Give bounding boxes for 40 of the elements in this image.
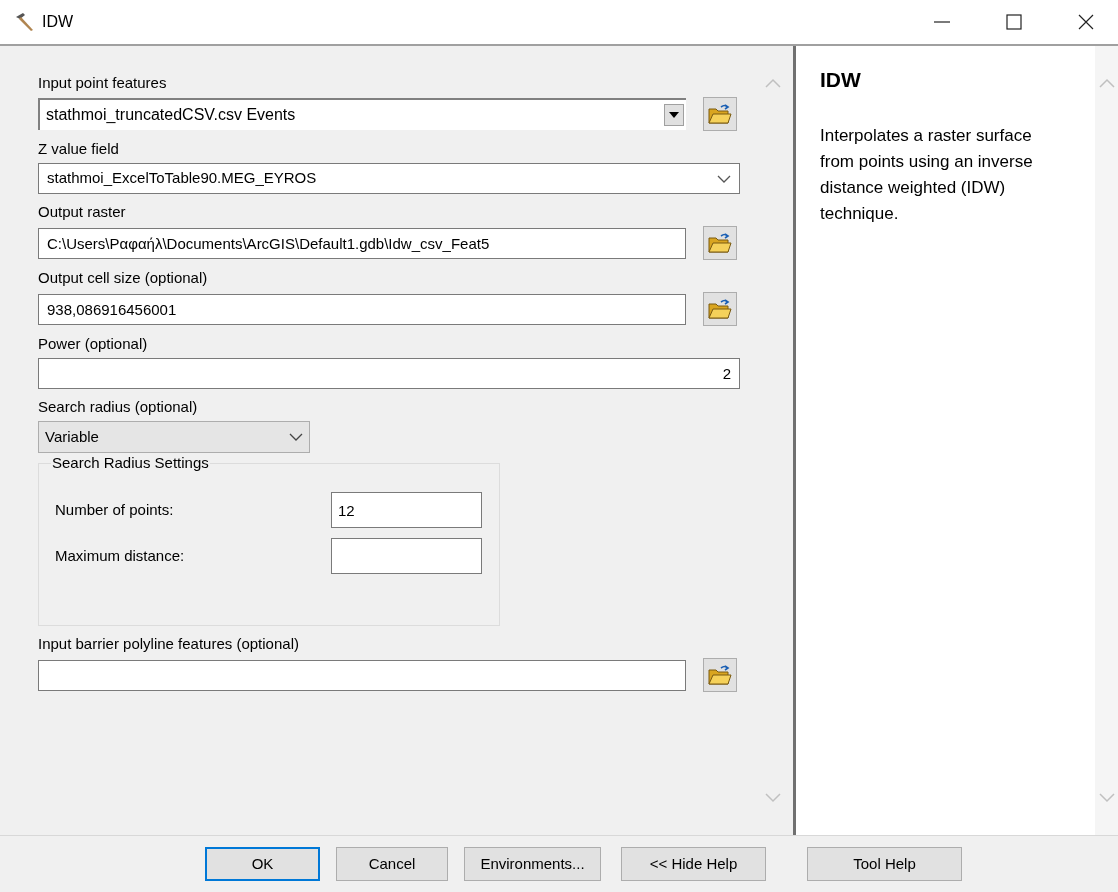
dropdown-field[interactable]: Variable: [38, 421, 310, 453]
help-text: Interpolates a raster surface from points using an inverse distance weighted (IDW) technique.: [820, 124, 1034, 225]
input-field[interactable]: 12: [331, 492, 482, 528]
dialog-button[interactable]: << Hide Help: [621, 847, 766, 881]
caret-icon: [669, 112, 679, 118]
input-field[interactable]: C:\Users\Ραφαήλ\Documents\ArcGIS\Default1.gdb\Idw_csv_Feat5: [38, 227, 686, 259]
input-field[interactable]: [38, 659, 686, 691]
field-label: Input barrier polyline features (optional): [38, 634, 300, 654]
input-field[interactable]: [331, 538, 482, 574]
dialog-button[interactable]: Environments...: [464, 847, 601, 881]
field-label: Input point features: [38, 73, 168, 93]
window-title: IDW: [42, 12, 74, 32]
dialog-button[interactable]: Tool Help: [807, 847, 962, 881]
folder-icon: [708, 298, 732, 320]
dialog-button[interactable]: Cancel: [336, 847, 448, 881]
field-label: Search radius (optional): [38, 397, 199, 417]
input-field[interactable]: 2: [38, 358, 740, 389]
chevron-down-icon: [717, 174, 731, 183]
help-title: IDW: [820, 67, 862, 93]
field-label: Maximum distance:: [55, 545, 186, 566]
maximize-icon[interactable]: [1004, 12, 1024, 32]
browse-button[interactable]: [703, 226, 737, 260]
close-icon[interactable]: [1076, 12, 1096, 32]
folder-icon: [708, 232, 732, 254]
browse-button[interactable]: [703, 658, 737, 692]
input-field[interactable]: 938,086916456001: [38, 293, 686, 325]
field-label: Number of points:: [55, 499, 175, 520]
dialog-button[interactable]: OK: [205, 847, 320, 881]
browse-button[interactable]: [703, 97, 737, 131]
browse-button[interactable]: [703, 292, 737, 326]
folder-icon: [708, 664, 732, 686]
hammer-icon: [14, 12, 36, 32]
field-label: Z value field: [38, 139, 120, 159]
field-label: Power (optional): [38, 334, 149, 354]
chevron-down-icon: [289, 433, 303, 441]
field-label: Output raster: [38, 202, 127, 222]
dropdown-field[interactable]: stathmoi_truncatedCSV.csv Events: [38, 98, 686, 130]
dropdown-field[interactable]: stathmoi_ExcelToTable90.MEG_EYROS: [38, 163, 740, 194]
folder-icon: [708, 103, 732, 125]
field-label: Output cell size (optional): [38, 268, 209, 288]
